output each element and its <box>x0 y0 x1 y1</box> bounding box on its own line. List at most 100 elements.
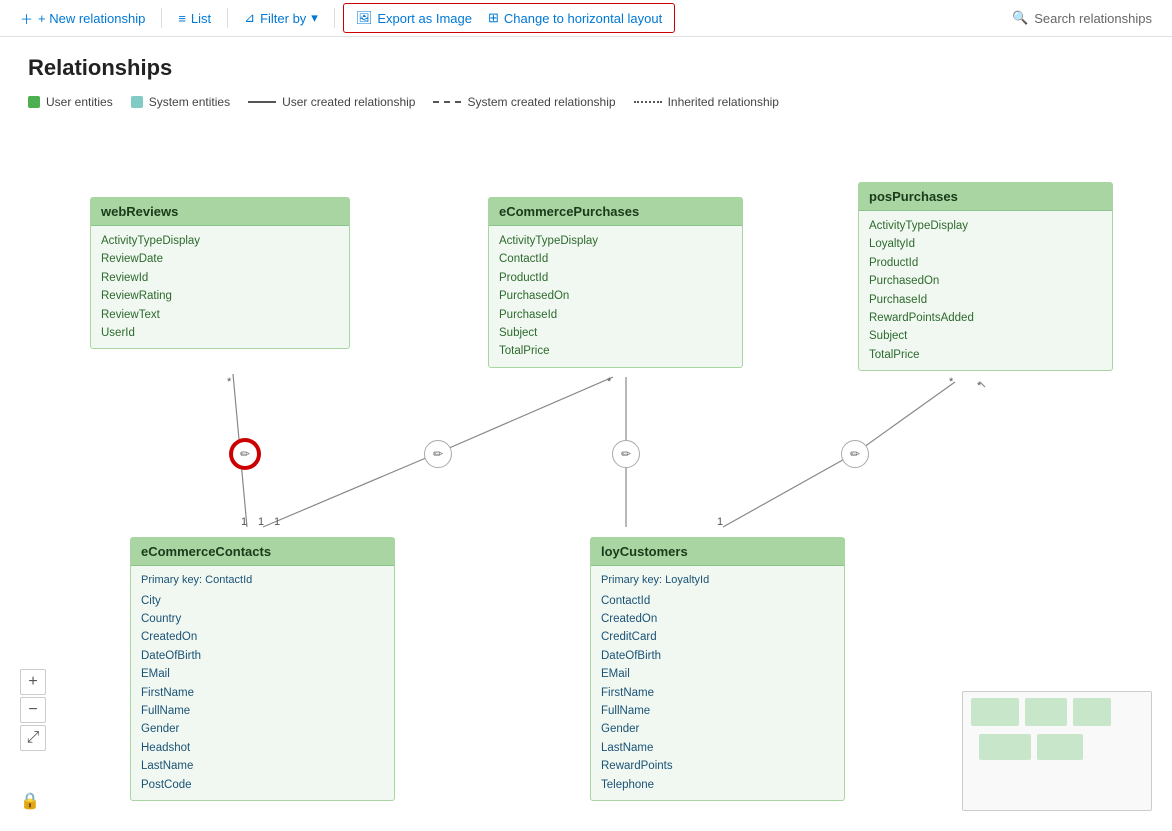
entity-loycustomers: loyCustomers Primary key: LoyaltyId Cont… <box>590 537 845 801</box>
main-canvas: Relationships User entities System entit… <box>0 37 1172 831</box>
edit-circle-1[interactable]: ✏ <box>231 440 259 468</box>
export-image-button[interactable]: 🖼 Export as Image <box>348 6 480 30</box>
edit-icon-1: ✏ <box>240 447 250 461</box>
change-layout-button[interactable]: ⊞ Change to horizontal layout <box>480 6 670 30</box>
filter-button[interactable]: ⊿ Filter by ▾ <box>236 6 326 30</box>
entity-ecommercepurchases-body: ActivityTypeDisplay ContactId ProductId … <box>489 226 742 367</box>
field-totalprice: TotalPrice <box>499 342 732 360</box>
search-icon: 🔍 <box>1012 10 1028 26</box>
field-postcode: PostCode <box>141 776 384 794</box>
field-reviewtext: ReviewText <box>101 306 339 324</box>
edit-icon-3: ✏ <box>621 447 631 461</box>
search-label: Search relationships <box>1034 11 1152 26</box>
field-subject: Subject <box>499 324 732 342</box>
entity-pospurchases-header: posPurchases <box>859 183 1112 211</box>
field-productid: ProductId <box>499 269 732 287</box>
export-image-label: Export as Image <box>377 11 472 26</box>
search-box[interactable]: 🔍 Search relationships <box>1004 6 1160 30</box>
legend-inherited-label: Inherited relationship <box>668 95 779 109</box>
new-relationship-button[interactable]: ＋ + New relationship <box>12 5 153 32</box>
plus-icon: ＋ <box>20 9 33 28</box>
filter-label: Filter by <box>260 11 306 26</box>
zoom-out-button[interactable]: − <box>20 697 46 723</box>
field-createdon: CreatedOn <box>141 628 384 646</box>
entity-ecommercepurchases-title: eCommercePurchases <box>499 204 639 219</box>
list-button[interactable]: ≡ List <box>170 7 219 30</box>
new-relationship-label: + New relationship <box>38 11 145 26</box>
field-telephone: Telephone <box>601 776 834 794</box>
legend-user-created-label: User created relationship <box>282 95 415 109</box>
lock-icon[interactable]: 🔒 <box>20 791 40 811</box>
entity-webreviews-header: webReviews <box>91 198 349 226</box>
field-email2: EMail <box>601 665 834 683</box>
page-title: Relationships <box>28 55 172 81</box>
minimap-block-2 <box>1025 698 1067 726</box>
export-group: 🖼 Export as Image ⊞ Change to horizontal… <box>343 3 675 33</box>
edit-circle-4[interactable]: ✏ <box>841 440 869 468</box>
zoom-controls: + − ⤢ <box>20 669 46 751</box>
field-fullname2: FullName <box>601 702 834 720</box>
entity-loycustomers-title: loyCustomers <box>601 544 688 559</box>
field-city: City <box>141 592 384 610</box>
field-creditcard: CreditCard <box>601 628 834 646</box>
field-loyaltyid: LoyaltyId <box>869 235 1102 253</box>
field-country: Country <box>141 610 384 628</box>
field-firstname: FirstName <box>141 684 384 702</box>
entity-ecommercecontacts-header: eCommerceContacts <box>131 538 394 566</box>
change-layout-label: Change to horizontal layout <box>504 11 662 26</box>
entity-pospurchases: posPurchases ActivityTypeDisplay Loyalty… <box>858 182 1113 371</box>
svg-text:*: * <box>977 380 982 392</box>
field-email: EMail <box>141 665 384 683</box>
entity-loycustomers-body: Primary key: LoyaltyId ContactId Created… <box>591 566 844 800</box>
svg-text:*: * <box>227 376 232 388</box>
zoom-fit-button[interactable]: ⤢ <box>20 725 46 751</box>
minimap-row-1 <box>963 692 1151 728</box>
minimap-block-4 <box>979 734 1031 760</box>
entity-ecommercepurchases-header: eCommercePurchases <box>489 198 742 226</box>
field-activitytypedisplay2: ActivityTypeDisplay <box>499 232 732 250</box>
divider-2 <box>227 8 228 28</box>
entity-ecommercecontacts-body: Primary key: ContactId City Country Crea… <box>131 566 394 800</box>
field-headshot: Headshot <box>141 739 384 757</box>
legend-system-created: System created relationship <box>433 95 615 109</box>
legend-system-entities-label: System entities <box>149 95 230 109</box>
field-primarykey-contact: Primary key: ContactId <box>141 572 384 590</box>
svg-text:1: 1 <box>241 516 247 528</box>
field-reviewid: ReviewId <box>101 269 339 287</box>
field-userid: UserId <box>101 324 339 342</box>
field-primarykey-loyalty: Primary key: LoyaltyId <box>601 572 834 590</box>
field-contactid: ContactId <box>499 250 732 268</box>
chevron-down-icon: ▾ <box>311 10 318 26</box>
field-reviewrating: ReviewRating <box>101 287 339 305</box>
legend-user-created-icon <box>248 101 276 103</box>
field-productid2: ProductId <box>869 254 1102 272</box>
edit-circle-3[interactable]: ✏ <box>612 440 640 468</box>
field-totalprice2: TotalPrice <box>869 346 1102 364</box>
field-rewardpointsadded: RewardPointsAdded <box>869 309 1102 327</box>
edit-circle-2[interactable]: ✏ <box>424 440 452 468</box>
svg-text:*: * <box>949 376 954 388</box>
zoom-in-button[interactable]: + <box>20 669 46 695</box>
field-firstname2: FirstName <box>601 684 834 702</box>
minimap-row-2 <box>963 728 1151 762</box>
field-activitytypedisplay3: ActivityTypeDisplay <box>869 217 1102 235</box>
minimap-block-3 <box>1073 698 1111 726</box>
filter-icon: ⊿ <box>244 10 255 26</box>
entity-ecommercepurchases: eCommercePurchases ActivityTypeDisplay C… <box>488 197 743 368</box>
field-purchasedon: PurchasedOn <box>499 287 732 305</box>
field-gender2: Gender <box>601 720 834 738</box>
edit-icon-4: ✏ <box>850 447 860 461</box>
field-gender: Gender <box>141 720 384 738</box>
legend-user-entities: User entities <box>28 95 113 109</box>
entity-ecommercecontacts-title: eCommerceContacts <box>141 544 271 559</box>
entity-webrewiews: webReviews ActivityTypeDisplay ReviewDat… <box>90 197 350 349</box>
entity-loycustomers-header: loyCustomers <box>591 538 844 566</box>
entity-pospurchases-title: posPurchases <box>869 189 958 204</box>
legend-user-created: User created relationship <box>248 95 415 109</box>
image-icon: 🖼 <box>356 10 373 26</box>
list-label: List <box>191 11 211 26</box>
divider-1 <box>161 8 162 28</box>
field-lastname2: LastName <box>601 739 834 757</box>
minimap <box>962 691 1152 811</box>
legend-user-entities-label: User entities <box>46 95 113 109</box>
